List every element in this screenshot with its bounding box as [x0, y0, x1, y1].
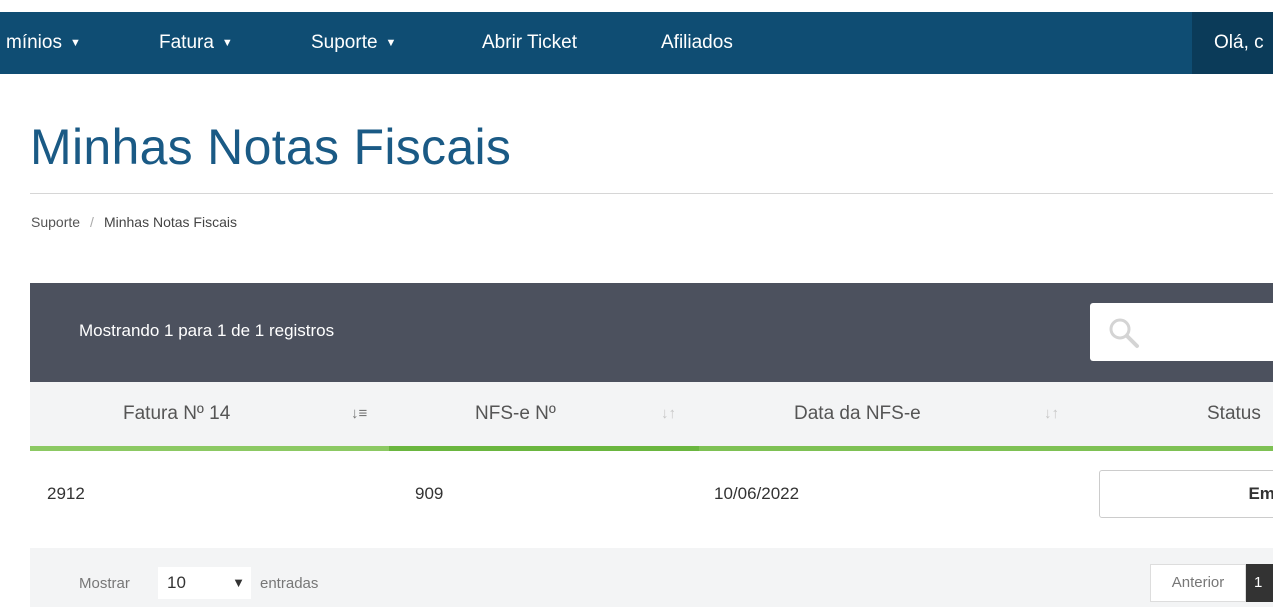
cell-invoice: 2912 [47, 484, 85, 503]
page-size-value: 10 [167, 573, 186, 592]
column-label: Data da NFS-e [794, 403, 921, 424]
table-footer: Mostrar 10 ▼ entradas Anterior 1 [30, 548, 1273, 607]
column-header-data[interactable]: Data da NFS-e ↓↑ [699, 382, 1082, 451]
nav-item-label: mínios [6, 32, 62, 53]
page-button-current[interactable]: 1 [1246, 564, 1273, 602]
status-button[interactable]: Emiti [1099, 470, 1273, 518]
show-label: Mostrar [79, 575, 130, 592]
previous-page-button[interactable]: Anterior [1150, 564, 1246, 602]
top-navbar: mínios ▼ Fatura ▼ Suporte ▼ Abrir Ticket Af… [0, 12, 1273, 74]
chevron-down-icon: ▼ [232, 575, 245, 590]
search-input[interactable] [1090, 303, 1273, 361]
caret-down-icon: ▼ [221, 37, 233, 49]
entries-label: entradas [260, 575, 319, 592]
nav-item-abrir-ticket[interactable]: Abrir Ticket [482, 12, 577, 74]
user-menu[interactable]: Olá, c [1192, 12, 1273, 74]
table-row[interactable]: 2912 909 10/06/2022 Emiti [30, 451, 1273, 548]
breadcrumb-separator: / [90, 214, 94, 230]
column-label: Fatura Nº 14 [123, 403, 231, 424]
nav-item-fatura[interactable]: Fatura ▼ [159, 12, 233, 74]
caret-down-icon: ▼ [385, 37, 397, 49]
page-size-select[interactable]: 10 ▼ [158, 567, 251, 599]
nav-item-suporte[interactable]: Suporte ▼ [311, 12, 396, 74]
column-label: NFS-e Nº [475, 403, 556, 424]
search-icon [1109, 318, 1139, 348]
nav-item-afiliados[interactable]: Afiliados [661, 12, 733, 74]
table-header: Fatura Nº 14 ↓≡ NFS-e Nº ↓↑ Data da NFS-… [30, 382, 1273, 451]
nav-item-dominios[interactable]: mínios ▼ [6, 12, 81, 74]
nav-item-label: Abrir Ticket [482, 32, 578, 53]
caret-down-icon: ▼ [69, 37, 81, 49]
column-header-nfse[interactable]: NFS-e Nº ↓↑ [389, 382, 699, 451]
table-info: Mostrando 1 para 1 de 1 registros [79, 321, 335, 340]
nav-item-label: Afiliados [661, 32, 733, 53]
breadcrumb: Suporte / Minhas Notas Fiscais [31, 214, 237, 230]
column-header-fatura[interactable]: Fatura Nº 14 ↓≡ [30, 382, 389, 451]
breadcrumb-current: Minhas Notas Fiscais [103, 214, 237, 230]
cell-date: 10/06/2022 [714, 484, 800, 503]
page-title: Minhas Notas Fiscais [30, 119, 512, 175]
cell-nfse: 909 [415, 484, 444, 503]
sort-amount-asc-icon: ↓≡ [351, 405, 368, 422]
column-header-status[interactable]: Status [1082, 382, 1273, 451]
breadcrumb-link-suporte[interactable]: Suporte [31, 214, 80, 230]
nav-item-label: Fatura [159, 32, 214, 53]
sort-icon: ↓↑ [1044, 405, 1059, 422]
nav-item-label: Suporte [311, 32, 378, 53]
column-label: Status [1207, 403, 1261, 424]
table-toolbar: Mostrando 1 para 1 de 1 registros [30, 283, 1273, 382]
title-divider [30, 193, 1273, 194]
sort-icon: ↓↑ [661, 405, 676, 422]
